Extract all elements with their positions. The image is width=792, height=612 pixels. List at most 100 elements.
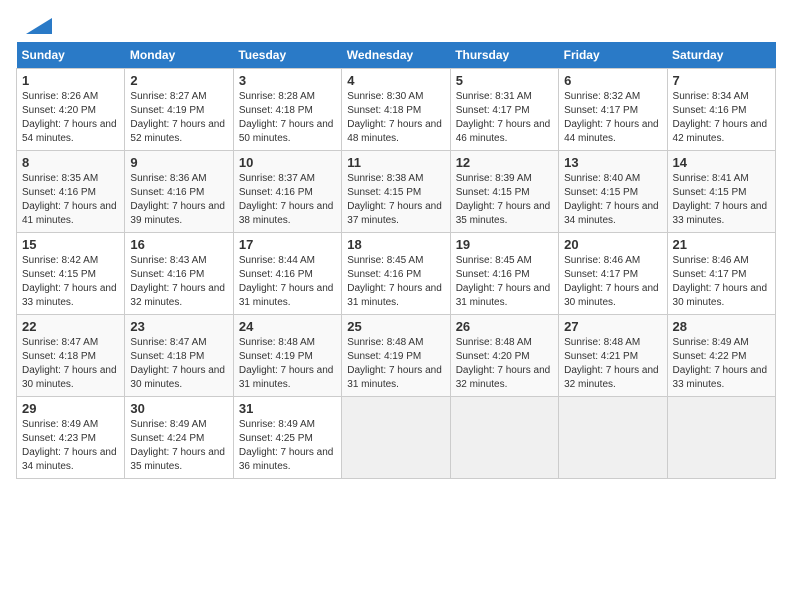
day-number: 14 — [673, 155, 770, 170]
day-number: 18 — [347, 237, 444, 252]
day-number: 25 — [347, 319, 444, 334]
cell-info: Sunrise: 8:49 AMSunset: 4:25 PMDaylight:… — [239, 418, 336, 474]
cell-info: Sunrise: 8:36 AMSunset: 4:16 PMDaylight:… — [130, 172, 227, 228]
day-number: 3 — [239, 73, 336, 88]
day-number: 15 — [22, 237, 119, 252]
calendar-cell: 13 Sunrise: 8:40 AMSunset: 4:15 PMDayligh… — [559, 151, 667, 233]
calendar-cell — [559, 397, 667, 479]
cell-info: Sunrise: 8:47 AMSunset: 4:18 PMDaylight:… — [22, 336, 119, 392]
calendar-cell: 23Sunrise: 8:47 AMSunset: 4:18 PMDayligh… — [125, 315, 233, 397]
calendar-cell — [342, 397, 450, 479]
col-header-wednesday: Wednesday — [342, 42, 450, 69]
cell-info: Sunrise: 8:48 AMSunset: 4:19 PMDaylight:… — [239, 336, 336, 392]
week-row-3: 22 Sunrise: 8:47 AMSunset: 4:18 PMDayligh… — [17, 315, 776, 397]
calendar-cell: 28Sunrise: 8:49 AMSunset: 4:22 PMDayligh… — [667, 315, 775, 397]
day-number: 20 — [564, 237, 661, 252]
calendar-cell: 10 Sunrise: 8:37 AMSunset: 4:16 PMDayligh… — [233, 151, 341, 233]
cell-info: Sunrise: 8:43 AMSunset: 4:16 PMDaylight:… — [130, 254, 227, 310]
calendar-cell: 26Sunrise: 8:48 AMSunset: 4:20 PMDayligh… — [450, 315, 558, 397]
day-number: 4 — [347, 73, 444, 88]
cell-info: Sunrise: 8:48 AMSunset: 4:19 PMDaylight:… — [347, 336, 444, 392]
cell-info: Sunrise: 8:27 AMSunset: 4:19 PMDaylight:… — [130, 90, 227, 146]
calendar-cell: 12 Sunrise: 8:39 AMSunset: 4:15 PMDayligh… — [450, 151, 558, 233]
calendar-cell: 3Sunrise: 8:28 AMSunset: 4:18 PMDaylight… — [233, 69, 341, 151]
calendar-cell: 6 Sunrise: 8:32 AMSunset: 4:17 PMDaylight… — [559, 69, 667, 151]
day-number: 10 — [239, 155, 336, 170]
calendar-cell: 29Sunrise: 8:49 AMSunset: 4:23 PMDayligh… — [17, 397, 125, 479]
col-header-tuesday: Tuesday — [233, 42, 341, 69]
calendar-cell: 18 Sunrise: 8:45 AMSunset: 4:16 PMDayligh… — [342, 233, 450, 315]
week-row-0: 1 Sunrise: 8:26 AMSunset: 4:20 PMDaylight… — [17, 69, 776, 151]
calendar-cell: 20 Sunrise: 8:46 AMSunset: 4:17 PMDayligh… — [559, 233, 667, 315]
calendar-cell: 5 Sunrise: 8:31 AMSunset: 4:17 PMDaylight… — [450, 69, 558, 151]
col-header-thursday: Thursday — [450, 42, 558, 69]
calendar-cell: 11 Sunrise: 8:38 AMSunset: 4:15 PMDayligh… — [342, 151, 450, 233]
page-header — [16, 16, 776, 34]
cell-info: Sunrise: 8:48 AMSunset: 4:21 PMDaylight:… — [564, 336, 661, 392]
day-number: 13 — [564, 155, 661, 170]
cell-info: Sunrise: 8:38 AMSunset: 4:15 PMDaylight:… — [347, 172, 444, 228]
week-row-4: 29Sunrise: 8:49 AMSunset: 4:23 PMDayligh… — [17, 397, 776, 479]
day-number: 11 — [347, 155, 444, 170]
calendar-cell: 14 Sunrise: 8:41 AMSunset: 4:15 PMDayligh… — [667, 151, 775, 233]
day-number: 26 — [456, 319, 553, 334]
cell-info: Sunrise: 8:31 AMSunset: 4:17 PMDaylight:… — [456, 90, 553, 146]
cell-info: Sunrise: 8:39 AMSunset: 4:15 PMDaylight:… — [456, 172, 553, 228]
cell-info: Sunrise: 8:41 AMSunset: 4:15 PMDaylight:… — [673, 172, 770, 228]
calendar-cell — [450, 397, 558, 479]
cell-info: Sunrise: 8:45 AMSunset: 4:16 PMDaylight:… — [456, 254, 553, 310]
day-number: 22 — [22, 319, 119, 334]
day-number: 29 — [22, 401, 119, 416]
day-number: 8 — [22, 155, 119, 170]
cell-info: Sunrise: 8:49 AMSunset: 4:24 PMDaylight:… — [130, 418, 227, 474]
calendar-cell: 16 Sunrise: 8:43 AMSunset: 4:16 PMDayligh… — [125, 233, 233, 315]
calendar-cell: 8 Sunrise: 8:35 AMSunset: 4:16 PMDaylight… — [17, 151, 125, 233]
calendar-table: SundayMondayTuesdayWednesdayThursdayFrid… — [16, 42, 776, 479]
calendar-cell: 19 Sunrise: 8:45 AMSunset: 4:16 PMDayligh… — [450, 233, 558, 315]
day-number: 30 — [130, 401, 227, 416]
calendar-cell: 9Sunrise: 8:36 AMSunset: 4:16 PMDaylight… — [125, 151, 233, 233]
col-header-friday: Friday — [559, 42, 667, 69]
cell-info: Sunrise: 8:40 AMSunset: 4:15 PMDaylight:… — [564, 172, 661, 228]
cell-info: Sunrise: 8:44 AMSunset: 4:16 PMDaylight:… — [239, 254, 336, 310]
calendar-cell: 17 Sunrise: 8:44 AMSunset: 4:16 PMDayligh… — [233, 233, 341, 315]
week-row-1: 8 Sunrise: 8:35 AMSunset: 4:16 PMDaylight… — [17, 151, 776, 233]
day-number: 31 — [239, 401, 336, 416]
calendar-cell: 4Sunrise: 8:30 AMSunset: 4:18 PMDaylight… — [342, 69, 450, 151]
cell-info: Sunrise: 8:37 AMSunset: 4:16 PMDaylight:… — [239, 172, 336, 228]
cell-info: Sunrise: 8:47 AMSunset: 4:18 PMDaylight:… — [130, 336, 227, 392]
cell-info: Sunrise: 8:26 AMSunset: 4:20 PMDaylight:… — [22, 90, 119, 146]
cell-info: Sunrise: 8:45 AMSunset: 4:16 PMDaylight:… — [347, 254, 444, 310]
day-number: 2 — [130, 73, 227, 88]
calendar-cell: 31 Sunrise: 8:49 AMSunset: 4:25 PMDayligh… — [233, 397, 341, 479]
day-number: 12 — [456, 155, 553, 170]
day-number: 7 — [673, 73, 770, 88]
calendar-cell: 21Sunrise: 8:46 AMSunset: 4:17 PMDayligh… — [667, 233, 775, 315]
cell-info: Sunrise: 8:34 AMSunset: 4:16 PMDaylight:… — [673, 90, 770, 146]
day-number: 19 — [456, 237, 553, 252]
day-number: 6 — [564, 73, 661, 88]
day-number: 28 — [673, 319, 770, 334]
calendar-header-row: SundayMondayTuesdayWednesdayThursdayFrid… — [17, 42, 776, 69]
calendar-cell: 2 Sunrise: 8:27 AMSunset: 4:19 PMDaylight… — [125, 69, 233, 151]
day-number: 1 — [22, 73, 119, 88]
day-number: 27 — [564, 319, 661, 334]
week-row-2: 15Sunrise: 8:42 AMSunset: 4:15 PMDayligh… — [17, 233, 776, 315]
calendar-cell: 30 Sunrise: 8:49 AMSunset: 4:24 PMDayligh… — [125, 397, 233, 479]
calendar-cell: 27 Sunrise: 8:48 AMSunset: 4:21 PMDayligh… — [559, 315, 667, 397]
calendar-cell: 7 Sunrise: 8:34 AMSunset: 4:16 PMDaylight… — [667, 69, 775, 151]
calendar-cell: 1 Sunrise: 8:26 AMSunset: 4:20 PMDaylight… — [17, 69, 125, 151]
day-number: 17 — [239, 237, 336, 252]
day-number: 5 — [456, 73, 553, 88]
calendar-cell — [667, 397, 775, 479]
logo-icon — [16, 16, 52, 38]
cell-info: Sunrise: 8:46 AMSunset: 4:17 PMDaylight:… — [564, 254, 661, 310]
calendar-cell: 25 Sunrise: 8:48 AMSunset: 4:19 PMDayligh… — [342, 315, 450, 397]
day-number: 16 — [130, 237, 227, 252]
cell-info: Sunrise: 8:32 AMSunset: 4:17 PMDaylight:… — [564, 90, 661, 146]
calendar-cell: 24 Sunrise: 8:48 AMSunset: 4:19 PMDayligh… — [233, 315, 341, 397]
col-header-monday: Monday — [125, 42, 233, 69]
cell-info: Sunrise: 8:35 AMSunset: 4:16 PMDaylight:… — [22, 172, 119, 228]
day-number: 24 — [239, 319, 336, 334]
col-header-sunday: Sunday — [17, 42, 125, 69]
